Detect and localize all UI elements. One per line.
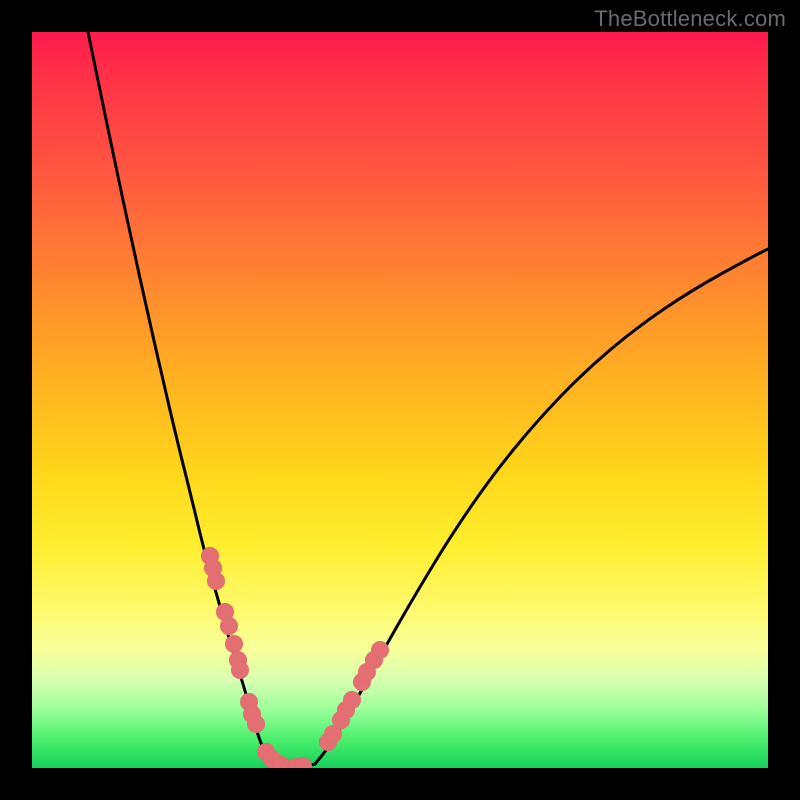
data-dot (225, 635, 243, 653)
plot-area (32, 32, 768, 768)
chart-frame: TheBottleneck.com (0, 0, 800, 800)
bottleneck-curve (88, 32, 768, 768)
data-dot (231, 661, 249, 679)
data-dot (207, 572, 225, 590)
watermark-text: TheBottleneck.com (594, 6, 786, 32)
data-dot (247, 715, 265, 733)
v-curve (88, 32, 768, 768)
data-dots (201, 547, 389, 768)
data-dot (343, 691, 361, 709)
data-dot (220, 617, 238, 635)
data-dot (371, 641, 389, 659)
curve-layer (32, 32, 768, 768)
